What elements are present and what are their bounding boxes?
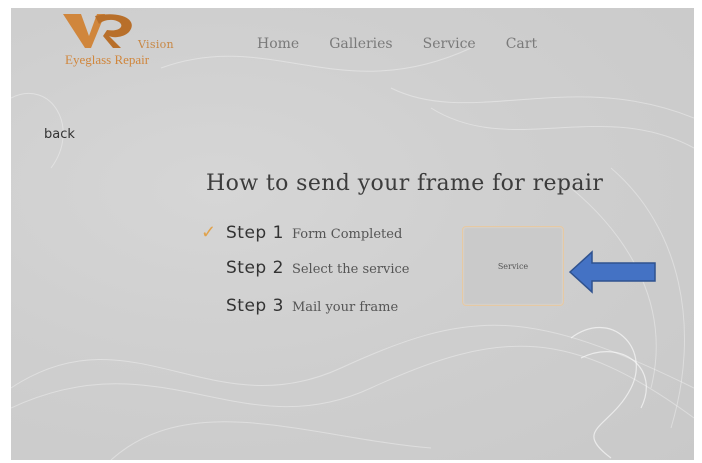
nav-cart[interactable]: Cart <box>506 36 537 52</box>
logo[interactable]: Vision Eyeglass Repair <box>61 10 181 70</box>
step-number: Step 2 <box>226 258 284 278</box>
nav-galleries[interactable]: Galleries <box>329 36 392 52</box>
page-title: How to send your frame for repair <box>206 171 604 196</box>
service-button[interactable]: Service <box>462 226 564 306</box>
step-description: Mail your frame <box>291 300 399 315</box>
step-number: Step 3 <box>226 296 284 316</box>
nav-service[interactable]: Service <box>423 36 476 52</box>
back-link[interactable]: back <box>44 127 75 142</box>
step-description: Form Completed <box>291 227 403 242</box>
logo-mark-icon <box>63 14 132 48</box>
service-button-label: Service <box>497 261 529 271</box>
step-number: Step 1 <box>226 223 284 243</box>
logo-word: Vision <box>138 38 174 51</box>
step-2: Step 2 Select the service <box>201 258 410 278</box>
logo-subtitle: Eyeglass Repair <box>65 52 150 67</box>
check-icon: ✓ <box>201 222 217 243</box>
left-arrow-icon <box>568 250 656 294</box>
step-1: ✓ Step 1 Form Completed <box>201 222 402 243</box>
step-description: Select the service <box>291 262 410 277</box>
nav-home[interactable]: Home <box>257 36 299 52</box>
main-nav: Home Galleries Service Cart <box>257 36 567 52</box>
step-3: Step 3 Mail your frame <box>201 296 398 316</box>
page-background: Vision Eyeglass Repair Home Galleries Se… <box>11 8 694 460</box>
